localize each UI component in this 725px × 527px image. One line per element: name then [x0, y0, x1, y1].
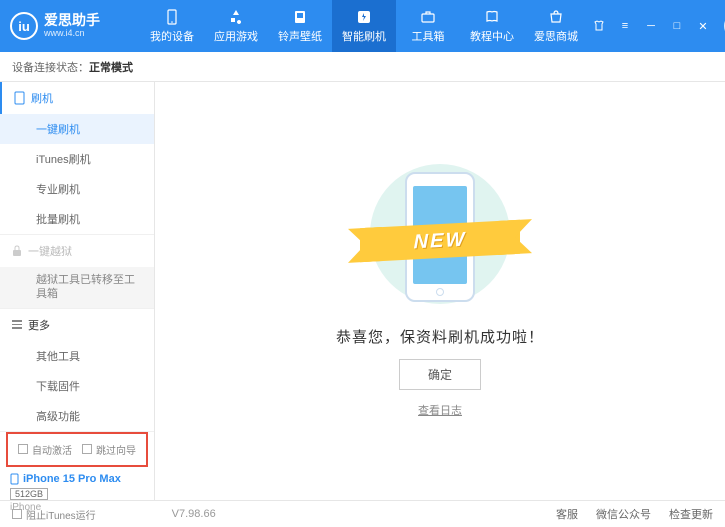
status-label: 设备连接状态：	[12, 59, 89, 75]
flash-icon	[355, 8, 373, 26]
nav-apps[interactable]: 应用游戏	[204, 0, 268, 52]
minimize-button[interactable]: ─	[640, 16, 662, 36]
top-nav: 我的设备 应用游戏 铃声壁纸 智能刷机 工具箱 教程中心 爱思商城	[140, 0, 588, 52]
menu-icon[interactable]: ≡	[614, 16, 636, 36]
auto-activate-checkbox[interactable]: 自动激活	[18, 442, 72, 457]
toolbox-icon	[419, 8, 437, 26]
footer-link-wechat[interactable]: 微信公众号	[596, 506, 651, 522]
phone-small-icon	[10, 473, 19, 485]
sidebar-item-oneclick[interactable]: 一键刷机	[0, 114, 154, 144]
store-icon	[547, 8, 565, 26]
sidebar-item-download[interactable]: 下载固件	[0, 371, 154, 401]
device-icon	[163, 8, 181, 26]
device-type: iPhone	[10, 502, 144, 513]
footer-link-update[interactable]: 检查更新	[669, 506, 713, 522]
view-log-link[interactable]: 查看日志	[418, 402, 462, 418]
sidebar-more-header[interactable]: 更多	[0, 309, 154, 341]
hamburger-icon	[12, 320, 22, 329]
status-value: 正常模式	[89, 59, 133, 75]
apps-icon	[227, 8, 245, 26]
success-message: 恭喜您，保资料刷机成功啦！	[336, 326, 544, 347]
nav-flash[interactable]: 智能刷机	[332, 0, 396, 52]
logo: iu 爱思助手 www.i4.cn	[10, 12, 140, 40]
nav-store[interactable]: 爱思商城	[524, 0, 588, 52]
sidebar-item-itunes[interactable]: iTunes刷机	[0, 144, 154, 174]
nav-ringtones[interactable]: 铃声壁纸	[268, 0, 332, 52]
book-icon	[483, 8, 501, 26]
logo-title: 爱思助手	[44, 13, 100, 28]
nav-tutorials[interactable]: 教程中心	[460, 0, 524, 52]
ribbon-text: NEW	[414, 228, 467, 254]
logo-icon: iu	[10, 12, 38, 40]
logo-url: www.i4.cn	[44, 29, 100, 39]
status-bar: 设备连接状态： 正常模式	[0, 52, 725, 82]
storage-badge: 512GB	[10, 488, 48, 500]
tshirt-icon[interactable]	[588, 16, 610, 36]
device-info: iPhone 15 Pro Max 512GB iPhone	[0, 467, 154, 519]
nav-toolbox[interactable]: 工具箱	[396, 0, 460, 52]
sidebar: 刷机 一键刷机 iTunes刷机 专业刷机 批量刷机 一键越狱 越狱工具已转移至…	[0, 82, 155, 500]
main-content: NEW 恭喜您，保资料刷机成功啦！ 确定 查看日志	[155, 82, 725, 500]
sidebar-item-other[interactable]: 其他工具	[0, 341, 154, 371]
sidebar-item-advanced[interactable]: 高级功能	[0, 401, 154, 431]
maximize-button[interactable]: □	[666, 16, 688, 36]
sidebar-jailbreak-header: 一键越狱	[0, 235, 154, 267]
skip-guide-checkbox[interactable]: 跳过向导	[82, 442, 136, 457]
phone-icon	[14, 91, 25, 105]
close-button[interactable]: ✕	[692, 16, 714, 36]
device-name[interactable]: iPhone 15 Pro Max	[10, 473, 144, 485]
sidebar-item-batch[interactable]: 批量刷机	[0, 204, 154, 234]
header-controls: ≡ ─ □ ✕	[588, 13, 725, 39]
sidebar-item-pro[interactable]: 专业刷机	[0, 174, 154, 204]
options-highlight-box: 自动激活 跳过向导	[6, 432, 148, 467]
ok-button[interactable]: 确定	[399, 359, 481, 390]
nav-my-device[interactable]: 我的设备	[140, 0, 204, 52]
sidebar-jailbreak-note: 越狱工具已转移至工具箱	[0, 267, 154, 308]
app-header: iu 爱思助手 www.i4.cn 我的设备 应用游戏 铃声壁纸 智能刷机 工具…	[0, 0, 725, 52]
success-illustration: NEW	[340, 164, 540, 314]
footer-link-support[interactable]: 客服	[556, 506, 578, 522]
version-label: V7.98.66	[172, 508, 216, 520]
lock-icon	[12, 245, 22, 257]
sidebar-flash-header[interactable]: 刷机	[0, 82, 154, 114]
music-icon	[291, 8, 309, 26]
